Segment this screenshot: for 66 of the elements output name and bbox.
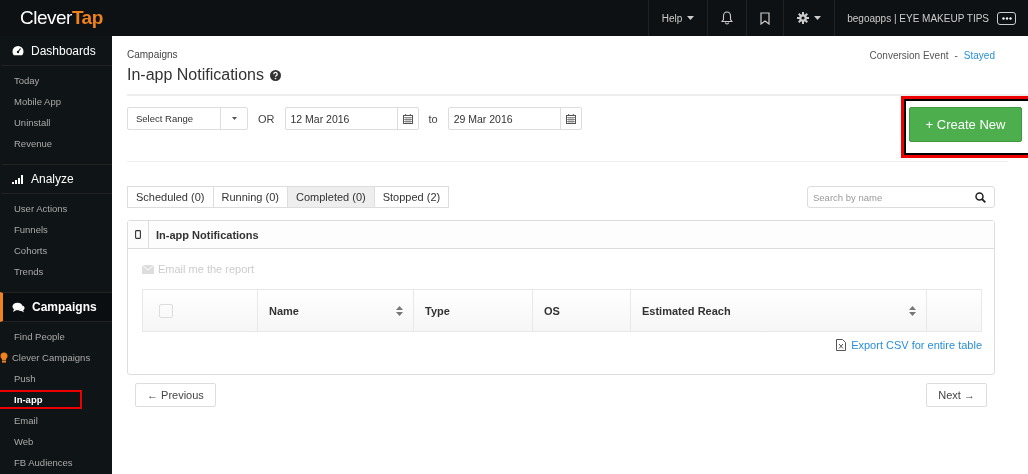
caret-icon (231, 117, 237, 120)
sidebar-section[interactable]: Analyze (0, 164, 112, 194)
column-header[interactable]: Estimated Reach (642, 304, 731, 317)
sidebar-item[interactable]: Find People (0, 327, 83, 346)
dashboard-icon (12, 45, 24, 56)
search-field[interactable]: Search by name (807, 186, 995, 208)
more-button[interactable] (997, 11, 1016, 25)
column-header[interactable]: Name (269, 304, 299, 317)
help-icon[interactable] (269, 69, 281, 81)
sidebar-item[interactable]: Funnels (0, 220, 66, 239)
or-label: OR (258, 112, 275, 125)
envelope-icon (142, 264, 154, 274)
caret-icon (814, 16, 822, 20)
sidebar-item[interactable]: Email (0, 411, 56, 430)
search-icon (975, 192, 986, 203)
to-label: to (428, 112, 438, 125)
sidebar-item[interactable]: Trends (0, 262, 62, 281)
sidebar-item[interactable]: Revenue (0, 134, 71, 153)
settings-icon (797, 12, 810, 24)
lightbulb-icon (0, 352, 8, 363)
chat-icon (12, 301, 25, 313)
range-dropdown[interactable]: Select Range (127, 107, 248, 130)
excel-file-icon (836, 339, 847, 351)
sidebar-item[interactable]: In-app (0, 390, 82, 409)
sidebar-section[interactable]: Campaigns (0, 292, 112, 322)
tab[interactable]: Scheduled (0) (127, 186, 214, 208)
phone-icon (135, 230, 141, 239)
start-date-field[interactable]: 12 Mar 2016 (284, 107, 419, 130)
panel-title: In-app Notifications (155, 228, 259, 241)
next-button[interactable]: Next → (926, 383, 987, 407)
sidebar-item[interactable]: Clever Campaigns (0, 348, 109, 367)
sidebar-item[interactable]: Push (0, 369, 54, 388)
sidebar-item[interactable]: FB Audiences (0, 453, 91, 472)
tab[interactable]: Running (0) (212, 186, 288, 208)
calendar-icon (565, 113, 576, 124)
tab[interactable]: Completed (0) (287, 186, 375, 208)
sidebar-item[interactable]: Web (0, 432, 52, 451)
bell-icon (721, 11, 734, 25)
column-header[interactable]: OS (544, 304, 560, 317)
sidebar-item[interactable]: User Actions (0, 199, 86, 218)
signal-bars-icon (12, 174, 24, 184)
separator-text: - (954, 50, 958, 63)
page-title: In-app Notifications (127, 66, 264, 84)
more-icon (1001, 16, 1012, 20)
tab[interactable]: Stopped (2) (373, 186, 450, 208)
sidebar-item[interactable]: Cohorts (0, 241, 66, 260)
column-header[interactable]: Type (425, 304, 450, 317)
sidebar-item[interactable]: Mobile App (0, 92, 79, 111)
checkbox[interactable] (159, 303, 173, 318)
calendar-icon (402, 113, 413, 124)
export-csv-link[interactable]: Export CSV for entire table (836, 339, 982, 351)
breadcrumb[interactable]: Campaigns (127, 49, 281, 60)
sidebar-section[interactable]: Dashboards (0, 36, 112, 66)
sidebar-item[interactable]: Today (0, 71, 58, 90)
conversion-event-link[interactable]: Stayed (963, 50, 995, 84)
bookmark-icon (760, 11, 771, 25)
account-name: begoapps | EYE MAKEUP TIPS (847, 12, 989, 24)
conversion-event-label: Conversion Event (869, 50, 949, 63)
sort-icon[interactable] (909, 305, 916, 316)
caret-icon (687, 16, 695, 20)
logo: CleverTap (19, 6, 103, 30)
end-date-field[interactable]: 29 Mar 2016 (447, 107, 582, 130)
help-menu[interactable]: Help (647, 0, 708, 36)
sidebar-item[interactable]: Uninstall (0, 113, 69, 132)
previous-button[interactable]: ← Previous (135, 383, 216, 407)
sort-icon[interactable] (396, 305, 403, 316)
